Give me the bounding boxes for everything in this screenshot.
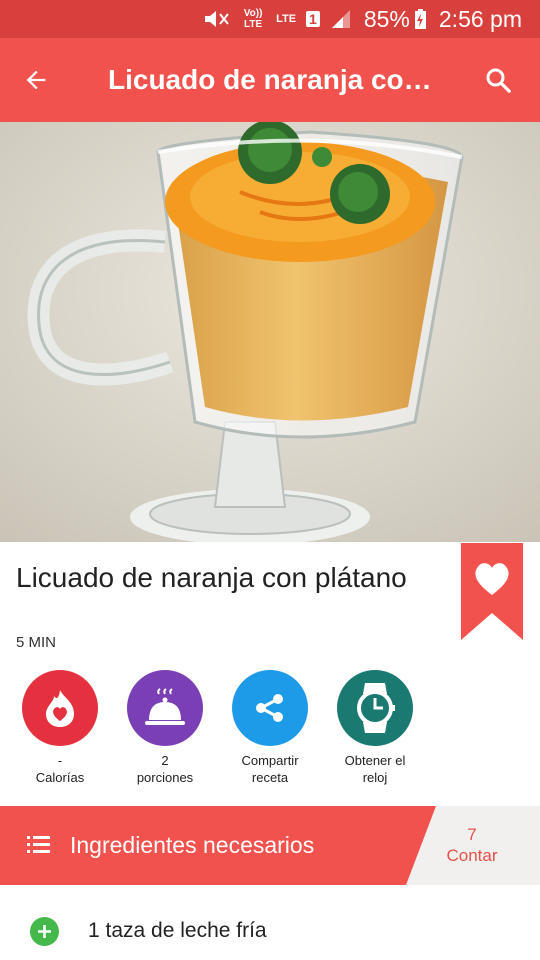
back-button[interactable] <box>0 38 72 122</box>
recipe-time: 5 MIN <box>16 634 57 651</box>
servings-circle[interactable] <box>127 670 203 746</box>
watch-action[interactable]: Obtener el reloj <box>320 670 430 786</box>
servings-label: 2 porciones <box>136 753 194 785</box>
favorite-button[interactable] <box>461 543 523 640</box>
page-title: Licuado de naranja con… <box>108 64 449 95</box>
ingredient-item: 1 taza de leche fría <box>0 905 540 960</box>
recipe-title: Licuado de naranja con plátano <box>16 562 407 593</box>
share-label: Compartir receta <box>241 753 299 785</box>
flame-heart-icon <box>46 690 74 727</box>
recipe-photo <box>0 122 540 542</box>
mute-icon <box>205 11 229 27</box>
battery-charging-icon <box>414 9 426 29</box>
ingredients-header: Ingredientes necesarios 7 Contar <box>0 806 540 885</box>
recipe-actions: - Calorías 2 porciones Compartir receta <box>0 670 540 790</box>
list-icon <box>27 836 50 853</box>
ingredient-text: 1 taza de leche fría <box>88 919 267 942</box>
app-bar: Licuado de naranja con… <box>0 38 540 122</box>
lte-label: LTE <box>276 13 297 25</box>
servings-action[interactable]: 2 porciones <box>110 670 220 786</box>
arrow-back-icon <box>26 70 46 90</box>
watch-label: Obtener el reloj <box>344 753 406 785</box>
share-icon <box>256 694 283 722</box>
plus-icon <box>38 925 51 938</box>
signal-icon <box>331 10 350 28</box>
status-bar: Vo)) LTE LTE 1 85% 2:56 pm <box>0 0 540 38</box>
ingredients-count[interactable]: 7 Contar <box>438 824 506 866</box>
sim-badge: 1 <box>306 11 320 27</box>
ingredients-count-value: 7 <box>467 825 477 844</box>
battery-percent: 85% <box>363 5 410 32</box>
status-icons: Vo)) LTE LTE 1 <box>202 8 352 30</box>
calories-label: - Calorías <box>35 753 85 785</box>
clock: 2:56 pm <box>438 5 522 32</box>
calories-action[interactable]: - Calorías <box>5 670 115 786</box>
watch-icon <box>357 683 395 733</box>
ingredients-title: Ingredientes necesarios <box>70 832 315 858</box>
watch-circle[interactable] <box>337 670 413 746</box>
share-circle[interactable] <box>232 670 308 746</box>
add-ingredient-button[interactable] <box>30 917 59 946</box>
search-icon <box>486 68 511 93</box>
cloche-icon <box>145 688 185 725</box>
ingredients-count-label: Contar <box>446 846 498 865</box>
volte-label: Vo)) LTE <box>243 8 263 30</box>
calories-circle[interactable] <box>22 670 98 746</box>
search-button[interactable] <box>456 38 540 122</box>
share-action[interactable]: Compartir receta <box>215 670 325 786</box>
